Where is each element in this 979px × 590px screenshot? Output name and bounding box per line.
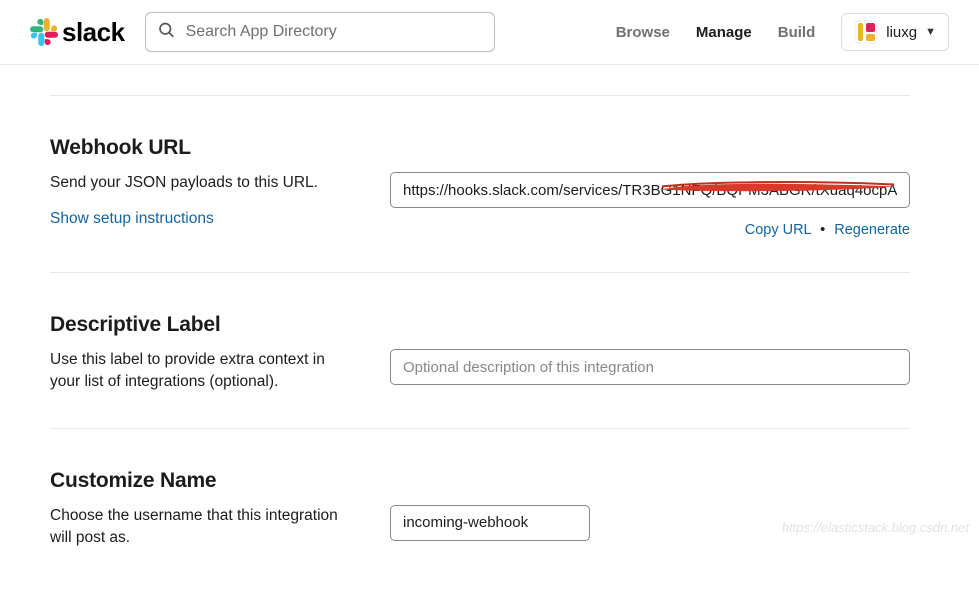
top-bar: slack Browse Manage Build liuxg ▼: [0, 0, 979, 65]
nav-manage[interactable]: Manage: [696, 24, 752, 41]
section-title: Customize Name: [50, 469, 910, 493]
section-descriptive-label: Descriptive Label Use this label to prov…: [50, 273, 910, 428]
nav-right: Browse Manage Build liuxg ▼: [616, 13, 949, 51]
section-title: Descriptive Label: [50, 313, 910, 337]
search-icon: [157, 21, 175, 44]
url-actions: Copy URL • Regenerate: [390, 222, 910, 238]
separator-dot: •: [820, 222, 825, 238]
nav-build[interactable]: Build: [778, 24, 816, 41]
section-webhook-url: Webhook URL Send your JSON payloads to t…: [50, 96, 910, 272]
section-description: Use this label to provide extra context …: [50, 349, 350, 394]
nav-browse[interactable]: Browse: [616, 24, 670, 41]
section-title: Webhook URL: [50, 136, 910, 160]
content: Webhook URL Send your JSON payloads to t…: [0, 95, 960, 590]
search-input[interactable]: [145, 12, 495, 52]
regenerate-link[interactable]: Regenerate: [834, 222, 910, 238]
chevron-down-icon: ▼: [925, 26, 936, 38]
webhook-url-input[interactable]: [390, 172, 910, 208]
show-setup-link[interactable]: Show setup instructions: [50, 208, 350, 230]
user-name: liuxg: [886, 24, 917, 41]
avatar-icon: [854, 20, 878, 44]
slack-logo-icon: [30, 18, 58, 46]
descriptive-label-input[interactable]: [390, 349, 910, 385]
webhook-url-field-wrap: [390, 172, 910, 208]
slack-logo[interactable]: slack: [30, 17, 125, 48]
search-wrap: [145, 12, 495, 52]
customize-name-input[interactable]: [390, 505, 590, 541]
user-menu[interactable]: liuxg ▼: [841, 13, 949, 51]
section-description: Send your JSON payloads to this URL.: [50, 172, 350, 194]
copy-url-link[interactable]: Copy URL: [745, 222, 811, 238]
section-customize-name: Customize Name Choose the username that …: [50, 429, 910, 560]
section-description-col: Send your JSON payloads to this URL. Sho…: [50, 172, 350, 231]
brand-text: slack: [62, 17, 125, 48]
section-description: Choose the username that this integratio…: [50, 505, 350, 550]
